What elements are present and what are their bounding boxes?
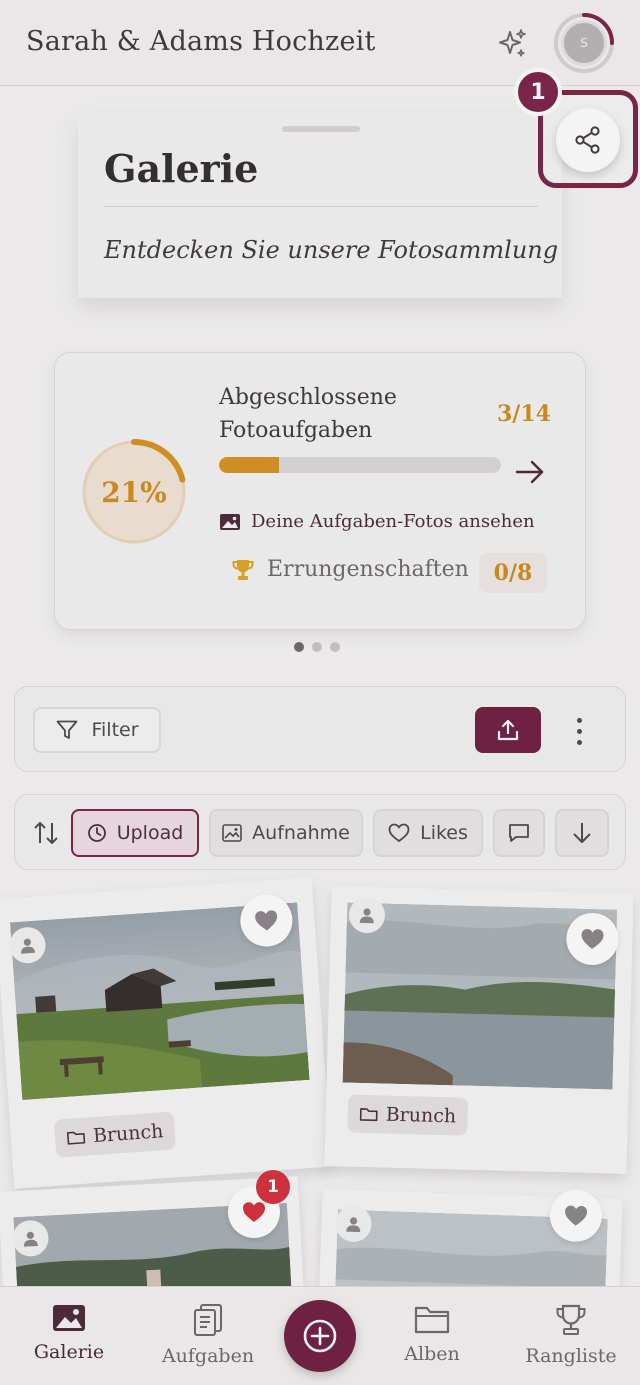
arrow-right-icon[interactable] [513,457,547,487]
carousel-dot[interactable] [330,642,340,652]
sort-chip-label: Aufnahme [252,822,350,844]
drag-handle [282,126,360,132]
sort-direction-icon[interactable] [33,819,59,847]
heart-icon [565,1205,588,1226]
achievements-count: 0/8 [479,553,547,593]
sort-chip-capture[interactable]: Aufnahme [209,809,363,857]
progress-title: Abgeschlossene Fotoaufgaben [219,385,397,443]
progress-bar-fill [219,457,280,473]
folder-icon [66,1131,86,1145]
sort-chip-upload[interactable]: Upload [71,809,199,857]
page-title: Galerie [104,146,259,191]
event-title: Sarah & Adams Hochzeit [26,26,376,57]
nav-item-albums[interactable]: Alben [372,1303,492,1365]
like-count-badge: 1 [256,1170,290,1204]
nav-label: Alben [404,1343,460,1365]
nav-item-gallery[interactable]: Galerie [9,1303,129,1363]
profile-progress-avatar[interactable]: S [553,12,615,74]
progress-bar [219,457,501,473]
achievements-row[interactable]: Errungenschaften [231,557,469,582]
image-icon [222,824,242,842]
tutorial-step-badge: 1 [514,68,562,116]
gallery-header-card: Galerie Entdecken Sie unsere Fotosammlun… [78,112,562,298]
task-photos-link[interactable]: Deine Aufgaben-Fotos ansehen [219,511,535,532]
folder-icon [359,1108,378,1122]
clipboard-icon [194,1304,222,1336]
album-tag-label: Brunch [92,1120,165,1148]
progress-percent: 21% [101,475,167,509]
carousel-dots [294,642,340,652]
heart-filled-icon [243,1202,265,1222]
album-tag[interactable]: Brunch [53,1111,177,1158]
upload-button[interactable] [475,707,541,753]
trophy-icon [232,559,254,580]
sort-chip-comments[interactable] [493,809,545,857]
user-icon [346,1217,361,1233]
carousel-dot[interactable] [294,642,304,652]
user-icon [23,1231,38,1247]
share-icon [575,126,600,154]
photo-tasks-progress-card[interactable]: 21% Abgeschlossene Fotoaufgaben 3/14 Dei… [54,352,586,630]
photo-card[interactable]: Brunch [0,877,332,1189]
sort-chip-likes[interactable]: Likes [373,809,483,857]
add-photo-button[interactable] [284,1300,356,1372]
nav-item-tasks[interactable]: Aufgaben [148,1303,268,1367]
plus-circle-icon [303,1319,337,1353]
filter-label: Filter [91,719,139,741]
filter-button[interactable]: Filter [33,707,161,753]
sort-order-button[interactable] [555,809,609,857]
sort-chip-label: Upload [116,822,184,844]
gallery-icon [53,1305,85,1331]
clock-icon [87,824,106,842]
filter-toolbar: Filter [14,686,626,772]
sparkle-icon[interactable] [494,26,530,62]
achievements-label: Errungenschaften [267,557,469,582]
avatar: S [561,20,607,66]
more-options-button[interactable] [567,711,591,751]
album-tag-label: Brunch [385,1103,457,1128]
heart-icon [581,928,604,949]
heart-outline-icon [388,823,410,843]
photo-card[interactable]: Brunch [324,886,634,1174]
task-photos-label: Deine Aufgaben-Fotos ansehen [251,511,535,532]
nav-label: Galerie [33,1341,105,1363]
share-button[interactable] [556,108,620,172]
album-tag[interactable]: Brunch [347,1094,469,1136]
nav-item-leaderboard[interactable]: Rangliste [511,1303,631,1367]
carousel-dot[interactable] [312,642,322,652]
image-icon [220,513,240,530]
progress-count: 3/14 [497,401,551,427]
nav-label: Aufgaben [161,1345,255,1367]
page-subtitle: Entdecken Sie unsere Fotosammlung [104,236,559,264]
heart-icon [255,910,278,931]
user-icon [359,908,374,924]
sort-chip-label: Likes [420,822,468,844]
comment-icon [509,824,529,842]
filter-icon [57,720,78,739]
divider [104,206,538,207]
arrow-down-icon [573,823,591,843]
sort-toolbar: Upload Aufnahme Likes [14,794,626,870]
folder-icon [414,1306,450,1334]
trophy-icon [556,1304,586,1335]
user-icon [21,938,36,954]
upload-icon [497,719,519,741]
nav-label: Rangliste [525,1345,617,1367]
